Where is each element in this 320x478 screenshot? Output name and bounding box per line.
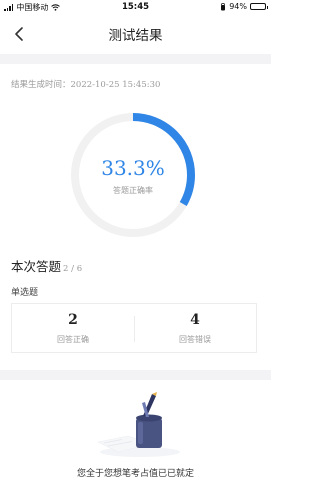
page-title: 测试结果: [108, 28, 163, 44]
generated-time: 结果生成时间：2022-10-25 15:45:30: [11, 78, 160, 90]
question-type: 单选题: [11, 288, 39, 298]
bottom-divider: [0, 370, 271, 380]
wrong-count: 4: [190, 312, 200, 328]
generated-time-label: 结果生成时间：: [11, 80, 71, 90]
battery-icon: [250, 3, 268, 10]
footer-text: 您全于您想笔考占值已已就定: [76, 469, 194, 478]
answers-title: 本次答题: [11, 259, 62, 274]
wrong-label: 回答错误: [179, 335, 211, 344]
accuracy-ring: 33.3% 答题正确率: [68, 110, 198, 240]
correct-label: 回答正确: [57, 335, 89, 344]
pen-holder-illustration: [97, 392, 180, 457]
accuracy-label: 答题正确率: [113, 186, 153, 195]
nav-bar: 测试结果: [0, 14, 271, 54]
answers-section-title: 本次答题 2 / 6: [11, 256, 82, 275]
correct-count: 2: [68, 312, 78, 328]
wrong-stat: 4 回答错误: [134, 304, 256, 352]
battery-percent: 94%: [229, 2, 247, 11]
accuracy-value: 33.3%: [101, 156, 165, 180]
alarm-icon: [221, 2, 226, 10]
generated-time-value: 2022-10-25 15:45:30: [70, 80, 161, 90]
correct-stat: 2 回答正确: [12, 304, 134, 352]
status-right: 94%: [220, 2, 268, 11]
answer-stats-card: 2 回答正确 4 回答错误: [11, 303, 257, 353]
status-bar: 中国移动 15:45 94%: [0, 0, 271, 14]
answers-count: 2 / 6: [63, 264, 83, 274]
top-divider: [0, 54, 271, 64]
